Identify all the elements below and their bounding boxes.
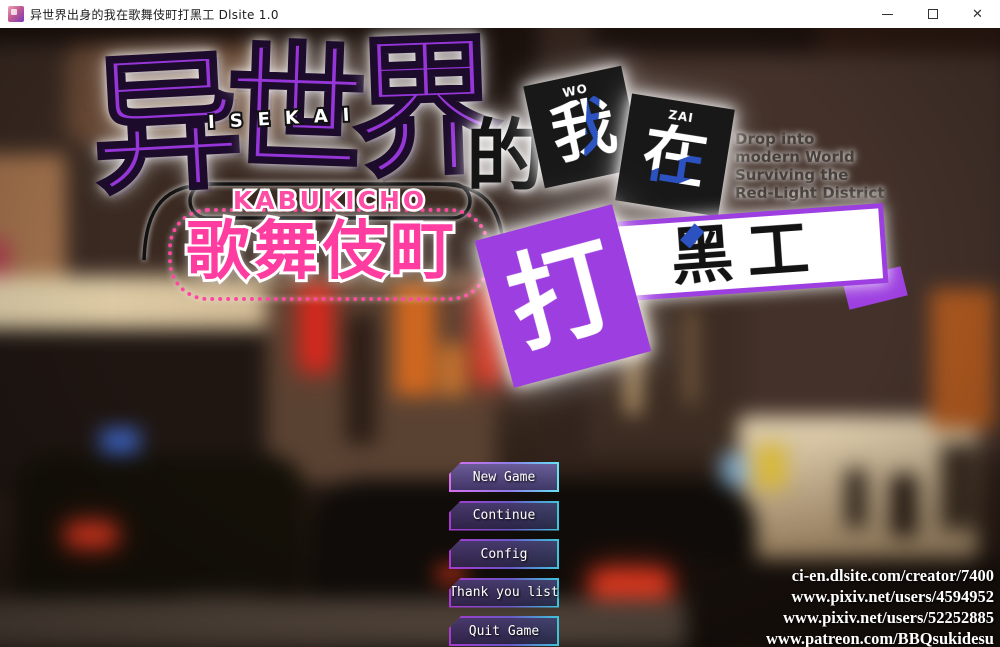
logo-kabukicho-cn: 歌舞伎町 bbox=[186, 220, 458, 284]
logo-da-char: 打 bbox=[498, 231, 628, 361]
link-pixiv-2: www.pixiv.net/users/52252885 bbox=[766, 607, 994, 628]
link-dlsite: ci-en.dlsite.com/creator/7400 bbox=[766, 565, 994, 586]
logo-wo-char: 我 bbox=[546, 93, 622, 169]
tagline-line-3: Surviving the bbox=[735, 166, 885, 184]
minimize-button[interactable] bbox=[865, 0, 910, 28]
logo-kabukicho-en: KABUKICHO bbox=[190, 186, 470, 215]
logo-zai-square: ZAI 在 bbox=[615, 94, 735, 217]
thank-you-list-button[interactable]: Thank you list bbox=[449, 578, 559, 608]
minimize-icon bbox=[882, 14, 893, 15]
tagline-line-2: modern World bbox=[735, 148, 885, 166]
title-bar: 异世界出身的我在歌舞伎町打黑工 Dlsite 1.0 ✕ bbox=[0, 0, 1000, 28]
continue-button[interactable]: Continue bbox=[449, 501, 559, 531]
link-pixiv-1: www.pixiv.net/users/4594952 bbox=[766, 586, 994, 607]
command-menu: New Game Continue Config Thank you list … bbox=[449, 462, 559, 646]
config-button[interactable]: Config bbox=[449, 539, 559, 569]
window-title: 异世界出身的我在歌舞伎町打黑工 Dlsite 1.0 bbox=[30, 6, 279, 23]
game-window: 异世界出身的我在歌舞伎町打黑工 Dlsite 1.0 ✕ bbox=[0, 0, 1000, 647]
tagline-line-1: Drop into bbox=[735, 130, 885, 148]
maximize-button[interactable] bbox=[910, 0, 955, 28]
app-icon bbox=[8, 6, 24, 22]
title-screen: 异 世 界 ISEKAI KABUKICHO 歌舞伎町 的 WO 我 ZAI 在… bbox=[0, 28, 1000, 647]
credit-links: ci-en.dlsite.com/creator/7400 www.pixiv.… bbox=[766, 565, 994, 647]
maximize-icon bbox=[928, 9, 938, 19]
link-patreon: www.patreon.com/BBQsukidesu bbox=[766, 628, 994, 647]
tagline-line-4: Red-Light District bbox=[735, 184, 885, 202]
quit-game-button[interactable]: Quit Game bbox=[449, 616, 559, 646]
close-button[interactable]: ✕ bbox=[955, 0, 1000, 28]
close-icon: ✕ bbox=[972, 8, 983, 21]
new-game-button[interactable]: New Game bbox=[449, 462, 559, 492]
logo-zai-char: 在 bbox=[638, 120, 711, 193]
tagline: Drop into modern World Surviving the Red… bbox=[735, 130, 885, 202]
